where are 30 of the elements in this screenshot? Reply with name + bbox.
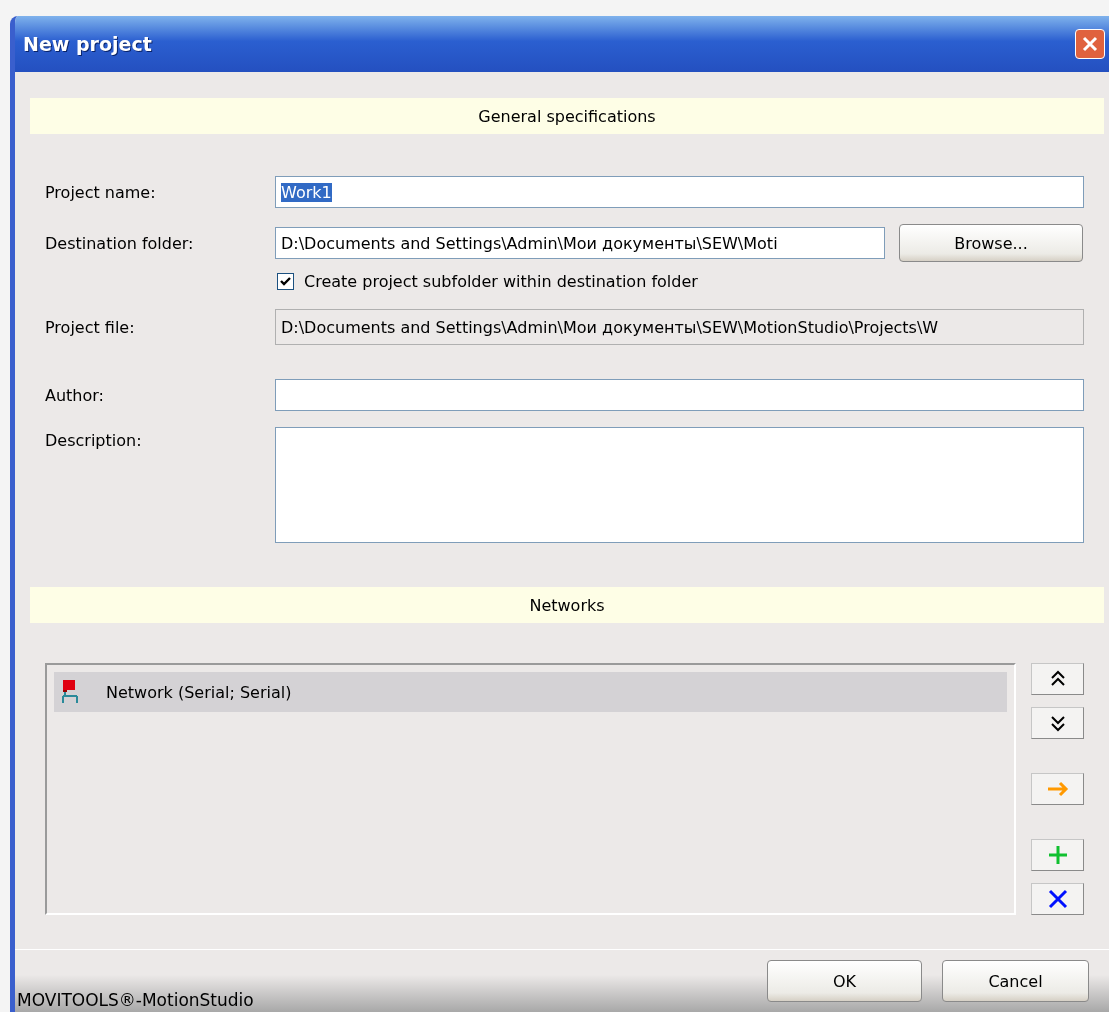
field-label: Destination folder: xyxy=(44,233,195,253)
field-label: Author: xyxy=(44,385,105,405)
field-label: Project name: xyxy=(44,182,157,202)
section-header: Networks xyxy=(30,587,1104,623)
field-label: Project file: xyxy=(44,317,136,337)
close-icon xyxy=(1081,35,1099,53)
arrow-button[interactable] xyxy=(1031,773,1084,805)
move-up-button[interactable] xyxy=(1031,663,1084,695)
field-label: Description: xyxy=(44,430,143,450)
description-field[interactable] xyxy=(275,427,1084,543)
right-arrow-icon xyxy=(1045,781,1070,797)
add-button[interactable] xyxy=(1031,839,1084,871)
project-name-field[interactable]: Work1 xyxy=(275,176,1084,208)
plus-icon xyxy=(1046,844,1069,866)
checkmark-icon xyxy=(279,275,292,288)
status-text: MOVITOOLS®-MotionStudio xyxy=(16,990,255,1012)
destination-folder-field[interactable]: D:\Documents and Settings\Admin\Мои документы\SEW\Moti xyxy=(275,227,885,259)
window-title: New project xyxy=(23,33,153,55)
cancel-button[interactable]: Cancel xyxy=(942,960,1089,1002)
checkbox-label: Create project subfolder within destination folder xyxy=(304,272,698,291)
close-button[interactable] xyxy=(1075,29,1105,59)
ok-button[interactable]: OK xyxy=(767,960,922,1002)
author-field[interactable] xyxy=(275,379,1084,411)
network-item[interactable]: Network (Serial; Serial) xyxy=(54,672,1007,712)
browse-button[interactable]: Browse... xyxy=(899,224,1083,262)
move-down-button[interactable] xyxy=(1031,707,1084,739)
subfolder-checkbox[interactable] xyxy=(277,273,294,290)
delete-button[interactable] xyxy=(1031,883,1084,915)
cross-icon xyxy=(1046,888,1069,910)
section-header: General specifications xyxy=(30,98,1104,134)
